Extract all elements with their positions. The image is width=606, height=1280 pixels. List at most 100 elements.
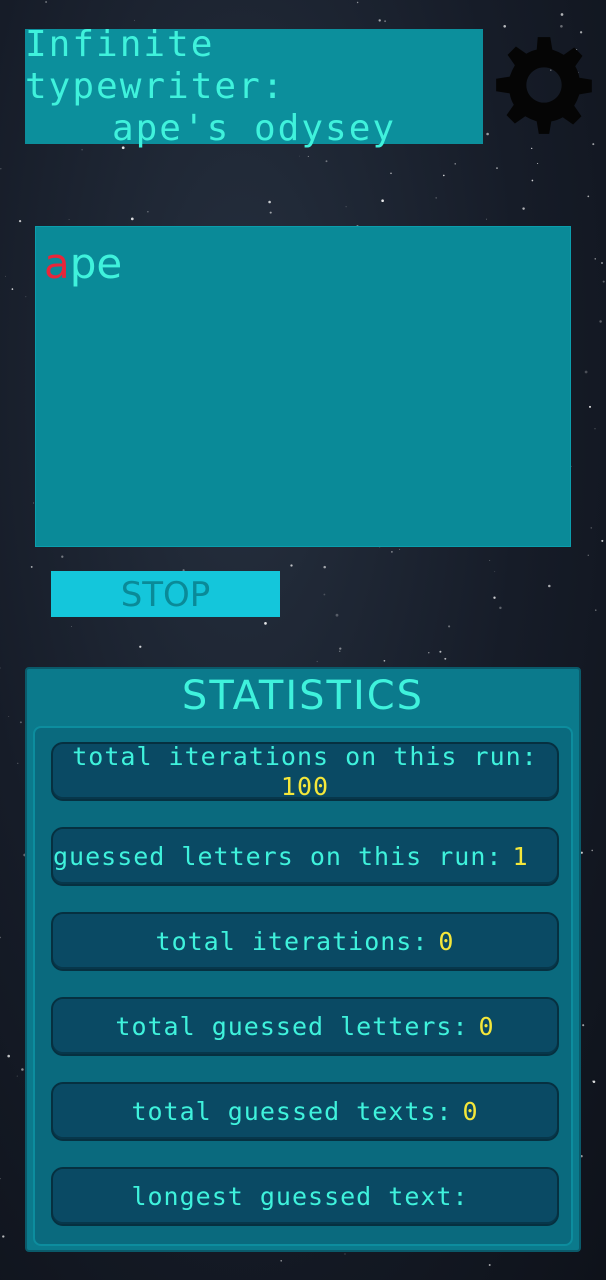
star (595, 609, 597, 611)
star (325, 160, 328, 163)
star (599, 320, 602, 323)
star (18, 219, 22, 223)
star (299, 155, 300, 157)
star (531, 147, 533, 150)
star (338, 650, 341, 653)
star (435, 197, 437, 199)
star (448, 625, 451, 628)
stat-guessed-letters-run: guessed letters on this run: 1 (51, 827, 559, 886)
star (548, 584, 551, 588)
star (383, 659, 386, 662)
statistics-title: STATISTICS (181, 673, 425, 719)
star (16, 1075, 18, 1077)
star (280, 1260, 282, 1262)
star (335, 613, 339, 617)
stat-longest-guessed-text: longest guessed text: (51, 1167, 559, 1226)
star (594, 428, 596, 430)
star (384, 20, 387, 23)
star (580, 851, 583, 854)
star (571, 465, 572, 467)
star (339, 647, 342, 650)
star (139, 645, 142, 648)
star (537, 162, 539, 165)
stop-button[interactable]: STOP (51, 571, 280, 617)
star (147, 211, 149, 213)
star (584, 370, 588, 374)
star (591, 849, 593, 852)
star (2, 1235, 5, 1238)
star (130, 217, 134, 221)
star (454, 163, 456, 165)
typewriter-output: ape (35, 226, 571, 547)
star (134, 19, 135, 21)
star (488, 1264, 491, 1266)
star (8, 716, 10, 717)
statistics-panel: STATISTICS total iterations on this run:… (25, 667, 581, 1252)
stat-total-iterations-run: total iterations on this run: 100 (51, 742, 559, 801)
star (269, 211, 272, 214)
star (19, 721, 22, 724)
star (344, 1253, 346, 1255)
guessed-letters: a (44, 239, 70, 288)
star (489, 560, 491, 561)
stat-value: 0 (462, 1097, 479, 1126)
star (493, 596, 496, 599)
stat-value: 100 (280, 771, 330, 801)
star (522, 207, 525, 210)
stat-label: total guessed texts: (131, 1097, 453, 1126)
remaining-letters: pe (69, 239, 123, 288)
star (381, 199, 384, 203)
star (17, 762, 19, 764)
star (7, 1054, 10, 1058)
star (316, 660, 318, 663)
star (428, 652, 430, 654)
star (61, 555, 64, 558)
star (33, 502, 35, 504)
gear-icon[interactable] (492, 26, 596, 144)
star (444, 657, 447, 660)
stat-total-iterations: total iterations: 0 (51, 912, 559, 971)
stat-label: guessed letters on this run: (53, 842, 503, 871)
star (587, 554, 590, 557)
star (600, 261, 604, 265)
star (594, 258, 596, 260)
star (25, 296, 27, 298)
star (496, 167, 498, 169)
star (390, 172, 392, 175)
star (486, 132, 489, 136)
app-title-line-1: Infinite typewriter: (25, 23, 286, 107)
star (45, 1, 48, 3)
star (531, 179, 534, 182)
star (0, 1177, 1, 1180)
star (21, 1068, 24, 1071)
statistics-list: total iterations on this run: 100 guesse… (33, 726, 573, 1246)
star (81, 149, 83, 151)
star (264, 622, 267, 625)
star (11, 288, 14, 290)
stat-label: total iterations: (155, 927, 429, 956)
star (356, 1, 359, 4)
stat-label: longest guessed text: (131, 1182, 469, 1211)
star (290, 564, 293, 567)
star (268, 200, 271, 204)
star (0, 167, 2, 170)
star (560, 13, 564, 16)
app-title: Infinite typewriter: ape's odysey (25, 24, 483, 149)
star (323, 565, 326, 569)
star (323, 593, 326, 596)
app-title-line-2: ape's odysey (111, 107, 397, 149)
star (399, 548, 401, 550)
stat-label: total iterations on this run: (72, 741, 538, 771)
stat-label: total guessed letters: (115, 1012, 469, 1041)
stat-value: 0 (438, 927, 455, 956)
star (582, 1024, 585, 1027)
stat-total-guessed-texts: total guessed texts: 0 (51, 1082, 559, 1141)
star (68, 218, 70, 221)
star (499, 606, 502, 610)
star (494, 571, 496, 573)
stat-total-guessed-letters: total guessed letters: 0 (51, 997, 559, 1056)
star (587, 195, 590, 198)
star (71, 626, 72, 627)
star (486, 218, 487, 220)
star (589, 405, 591, 408)
